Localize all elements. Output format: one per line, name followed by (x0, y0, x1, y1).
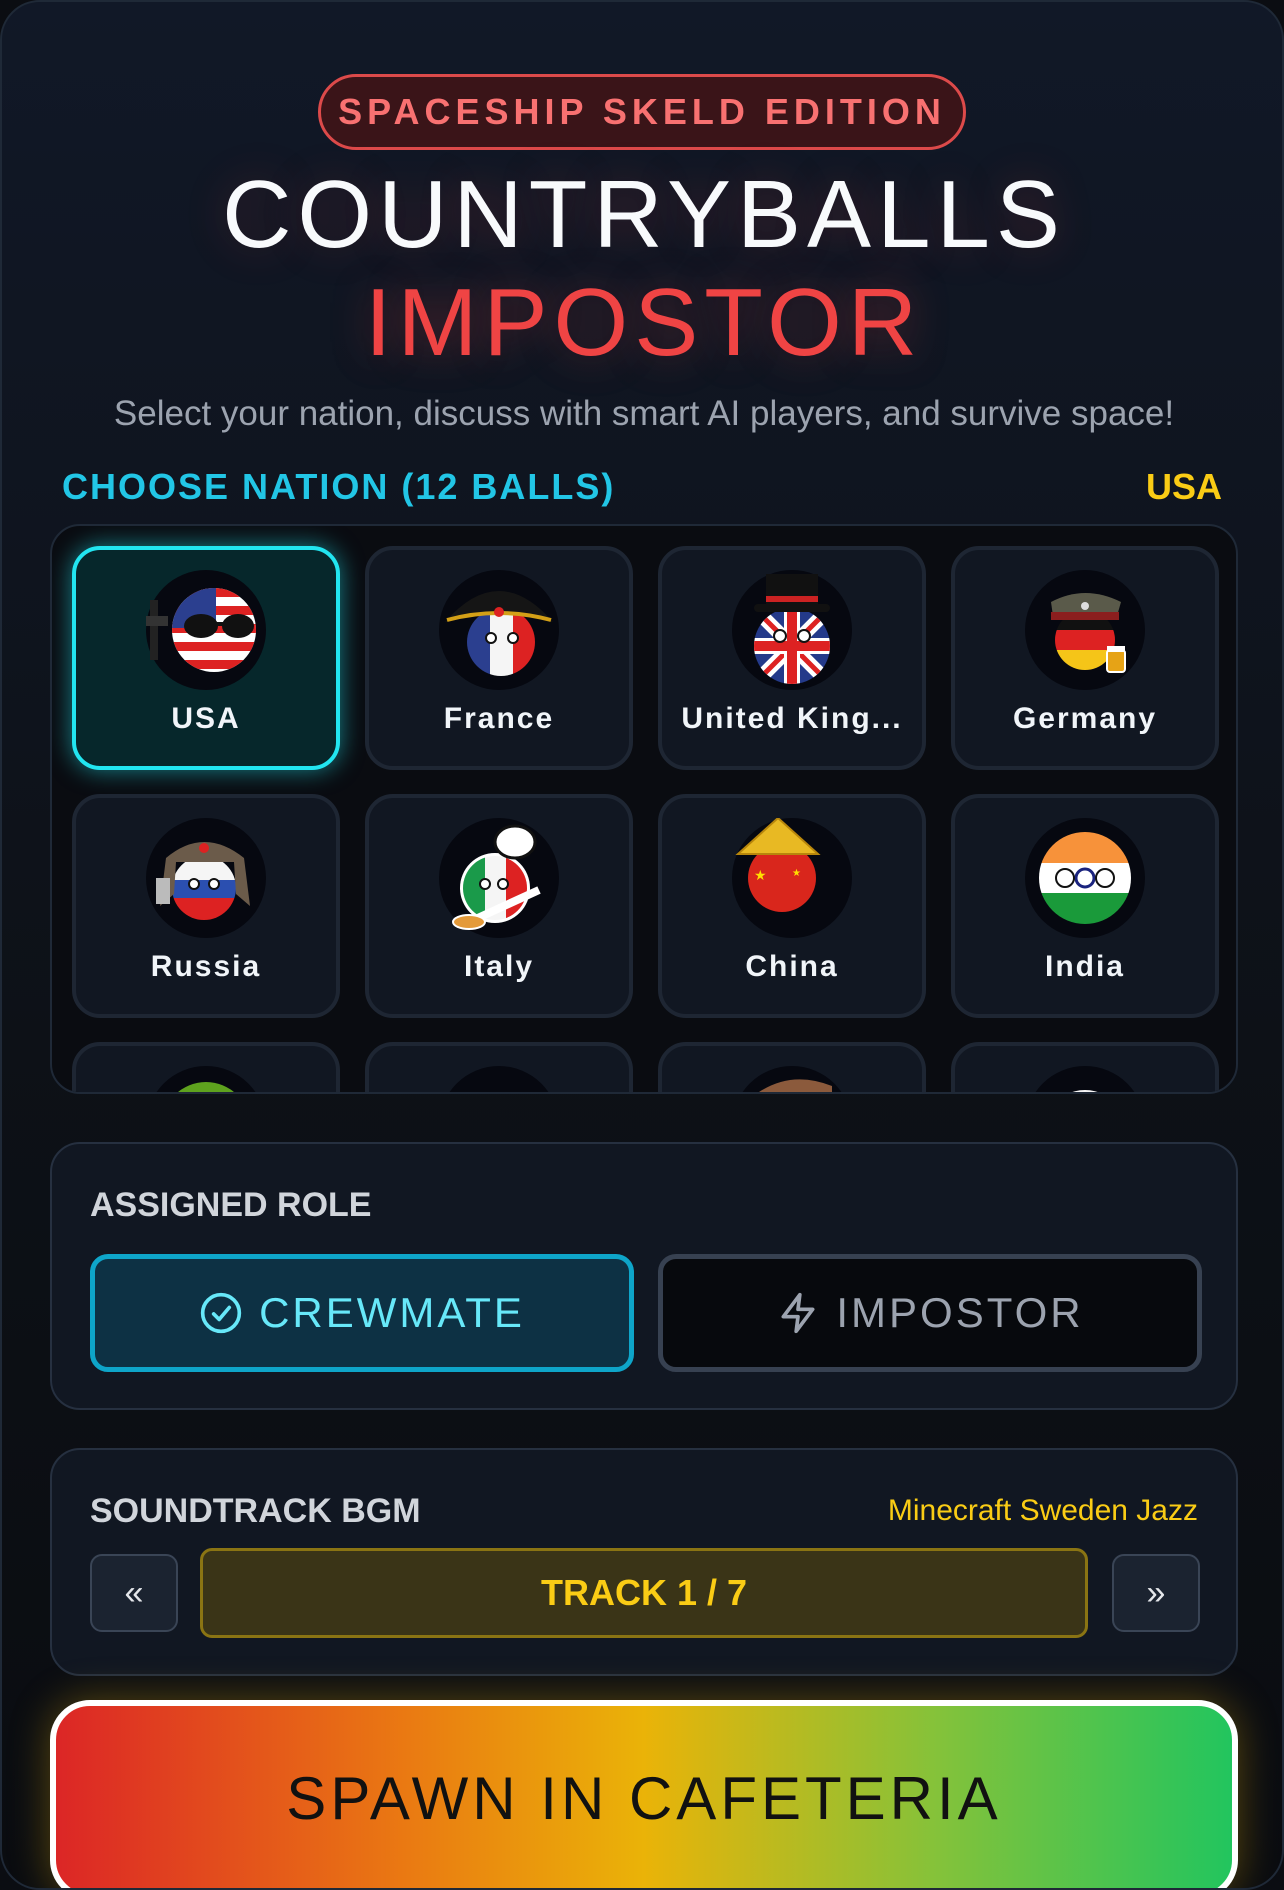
nation-label: USA (171, 702, 241, 735)
germany-ball-icon (1025, 570, 1145, 690)
china-ball-icon: ★ ★ (732, 818, 852, 938)
nation-card-china[interactable]: ★ ★ China (658, 794, 926, 1018)
svg-text:★: ★ (754, 868, 767, 884)
svg-text:★: ★ (792, 868, 801, 879)
italy-ball-icon (439, 818, 559, 938)
game-title-line2: IMPOSTOR (364, 269, 924, 376)
nation-card-partial[interactable] (72, 1042, 340, 1092)
nation-label: Italy (463, 950, 535, 983)
uk-ball-icon (732, 570, 852, 690)
choose-nation-heading: CHOOSE NATION (12 BALLS) (62, 466, 616, 507)
nation-card-partial[interactable] (951, 1042, 1219, 1092)
impostor-label: IMPOSTOR (836, 1289, 1084, 1336)
track-indicator: TRACK 1 / 7 (200, 1548, 1088, 1638)
subtitle: Select your nation, discuss with smart A… (113, 394, 1175, 433)
usa-ball-icon (146, 570, 266, 690)
track-name: Minecraft Sweden Jazz (887, 1494, 1198, 1527)
nation-card-usa[interactable]: USA (72, 546, 340, 770)
france-ball-icon (439, 570, 559, 690)
india-ball-icon (1025, 818, 1145, 938)
role-heading: ASSIGNED ROLE (90, 1186, 372, 1224)
next-track-button[interactable]: » (1112, 1554, 1200, 1632)
nation-card-uk[interactable]: United King... (658, 546, 926, 770)
app-frame: SPACESHIP SKELD EDITION COUNTRYBALLS IMP… (0, 0, 1284, 1890)
russia-ball-icon (146, 818, 266, 938)
spawn-button[interactable]: SPAWN IN CAFETERIA (50, 1700, 1238, 1888)
crewmate-label: CREWMATE (259, 1289, 525, 1336)
nation-card-russia[interactable]: Russia (72, 794, 340, 1018)
nation-card-germany[interactable]: Germany (951, 546, 1219, 770)
nation-label: France (443, 702, 555, 735)
nation-card-india[interactable]: India (951, 794, 1219, 1018)
role-panel: ASSIGNED ROLE CREWMATE IMPOSTOR (50, 1142, 1238, 1410)
ball-icon (439, 1066, 559, 1092)
nation-card-france[interactable]: France (365, 546, 633, 770)
nation-label: India (1044, 950, 1125, 983)
lightning-icon (781, 1292, 815, 1334)
soundtrack-panel: SOUNDTRACK BGM Minecraft Sweden Jazz « T… (50, 1448, 1238, 1676)
check-circle-icon (200, 1292, 242, 1334)
game-title-line1: COUNTRYBALLS (222, 161, 1066, 268)
ball-icon (732, 1066, 852, 1092)
impostor-button[interactable]: IMPOSTOR (658, 1254, 1202, 1372)
crewmate-button[interactable]: CREWMATE (90, 1254, 634, 1372)
nation-label: Russia (150, 950, 262, 983)
nation-grid[interactable]: USA France United King... Germany Russia… (50, 524, 1238, 1094)
nation-card-italy[interactable]: Italy (365, 794, 633, 1018)
soundtrack-heading: SOUNDTRACK BGM (90, 1492, 421, 1530)
ball-icon (1025, 1066, 1145, 1092)
nation-label: Germany (1012, 702, 1158, 735)
nation-card-partial[interactable] (365, 1042, 633, 1092)
nation-card-partial[interactable] (658, 1042, 926, 1092)
nation-label: United King... (681, 702, 903, 735)
edition-badge: SPACESHIP SKELD EDITION (318, 74, 966, 150)
prev-track-button[interactable]: « (90, 1554, 178, 1632)
selected-nation-name: USA (1145, 466, 1222, 507)
ball-icon (146, 1066, 266, 1092)
nation-label: China (745, 950, 839, 983)
